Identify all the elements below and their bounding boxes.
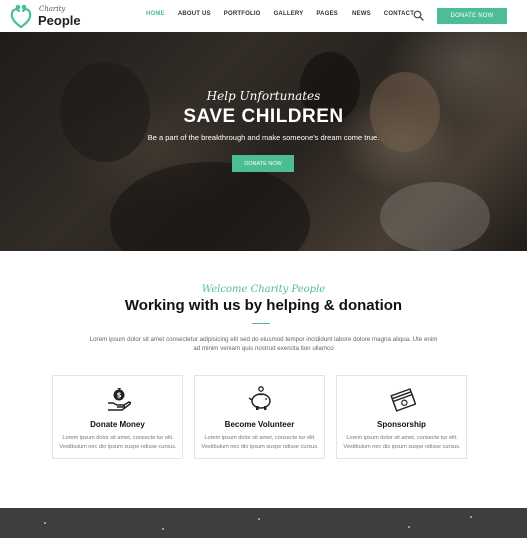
logo-subtitle: Charity [39, 5, 66, 13]
heart-people-logo-icon [10, 4, 32, 29]
logo-title: People [38, 13, 81, 28]
card-text: Lorem ipsum dolor sit amet, consecte tur… [343, 435, 461, 450]
card-text: Lorem ipsum dolor sit amet, consecte tur… [59, 435, 177, 450]
card-title: Sponsorship [377, 420, 426, 429]
main-nav: HOME ABOUT US PORTFOLIO GALLERY PAGES NE… [146, 11, 414, 21]
search-icon[interactable] [413, 10, 424, 21]
hero-script-heading: Help Unfortunates [206, 89, 321, 103]
site-header: Charity People HOME ABOUT US PORTFOLIO G… [0, 0, 527, 32]
card-text: Lorem ipsum dolor sit amet, consecte tur… [201, 435, 319, 450]
background-dot [408, 526, 410, 528]
nav-item-pages[interactable]: PAGES [316, 11, 338, 21]
service-card-donate-money[interactable]: $ Donate Money Lorem ipsum dolor sit ame… [52, 375, 183, 459]
service-card-become-volunteer[interactable]: Become Volunteer Lorem ipsum dolor sit a… [194, 375, 325, 459]
logo[interactable]: Charity People [10, 3, 90, 29]
card-title: Become Volunteer [224, 420, 295, 429]
background-dot [44, 522, 46, 524]
nav-item-gallery[interactable]: GALLERY [274, 11, 304, 21]
hand-money-icon: $ [108, 388, 132, 411]
nav-item-contact[interactable]: CONTACT [384, 11, 414, 21]
piggy-bank-icon [248, 386, 271, 410]
service-card-sponsorship[interactable]: Sponsorship Lorem ipsum dolor sit amet, … [336, 375, 467, 459]
welcome-title: Working with us by helping & donation [124, 297, 403, 314]
title-divider [252, 323, 270, 324]
nav-item-about-us[interactable]: ABOUT US [178, 11, 211, 21]
footer-band [0, 508, 527, 538]
background-dot [258, 518, 260, 520]
background-dot [162, 528, 164, 530]
donate-now-button[interactable]: DONATE NOW [437, 8, 507, 24]
hero-banner: Help Unfortunates SAVE CHILDREN Be a par… [0, 32, 527, 251]
welcome-text: Lorem ipsum dolor sit amet consectetur a… [89, 336, 438, 352]
welcome-script-heading: Welcome Charity People [201, 284, 326, 295]
nav-item-portfolio[interactable]: PORTFOLIO [224, 11, 261, 21]
nav-item-news[interactable]: NEWS [352, 11, 371, 21]
money-stack-icon [390, 388, 416, 412]
hero-donate-button[interactable]: DONATE NOW [232, 155, 294, 172]
hero-title: SAVE CHILDREN [183, 106, 344, 127]
hero-subtitle: Be a part of the breakthrough and make s… [147, 133, 380, 142]
card-title: Donate Money [90, 420, 145, 429]
nav-item-home[interactable]: HOME [146, 11, 165, 21]
svg-text:$: $ [117, 392, 122, 400]
background-dot [470, 516, 472, 518]
